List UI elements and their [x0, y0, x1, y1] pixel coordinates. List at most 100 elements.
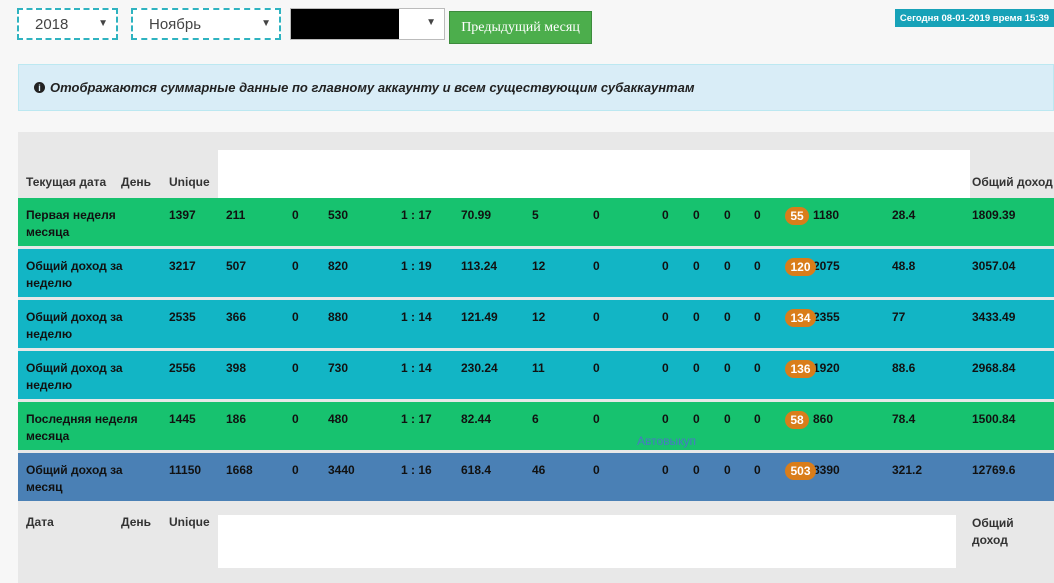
year-value: 2018 [35, 15, 69, 33]
row-cell-c2: 0 [292, 361, 299, 375]
row-cell-c3: 880 [328, 310, 349, 324]
row-cell-c5: 70.99 [461, 208, 492, 222]
row-cell-c12: 1920 [813, 361, 840, 375]
row-cell-ratio: 1 : 14 [401, 361, 432, 375]
row-cell-total: 3433.49 [972, 310, 1016, 324]
row-cell-c11: 0 [754, 412, 761, 426]
chevron-down-icon: ▼ [261, 18, 271, 29]
footer-unique: Unique [169, 515, 210, 529]
row-cell-ratio: 1 : 17 [401, 208, 432, 222]
row-cell-c1: 186 [226, 412, 247, 426]
row-cell-c8: 0 [662, 310, 669, 324]
row-cell-unique: 2535 [169, 310, 196, 324]
row-cell-c8: 0 [662, 361, 669, 375]
table-row: Общий доход за месяц 11150 1668 0 3440 1 : 16… [18, 453, 1054, 503]
row-cell-c9: 0 [693, 412, 700, 426]
row-cell-c5: 230.24 [461, 361, 498, 375]
row-cell-c12: 1180 [813, 208, 840, 222]
row-cell-unique: 1397 [169, 208, 196, 222]
row-cell-c1: 366 [226, 310, 247, 324]
row-label: Общий доход за месяц [26, 463, 123, 494]
count-badge: 58 [785, 411, 809, 429]
row-cell-c11: 0 [754, 310, 761, 324]
row-cell-c8: 0 [662, 259, 669, 273]
row-cell-c1: 211 [226, 208, 246, 222]
row-cell-total: 1500.84 [972, 412, 1016, 426]
row-cell-c9: 0 [693, 208, 700, 222]
count-badge: 120 [785, 258, 816, 276]
row-cell-unique: 1445 [169, 412, 196, 426]
row-cell-c3: 820 [328, 259, 349, 273]
header-unique: Unique [169, 175, 210, 189]
redacted-account-name [291, 9, 399, 39]
row-cell-c11: 0 [754, 259, 761, 273]
row-cell-c7: 0 [593, 208, 600, 222]
row-cell-c10: 0 [724, 208, 731, 222]
row-cell-unique: 3217 [169, 259, 196, 273]
row-cell-c13: 48.8 [892, 259, 916, 273]
row-cell-c11: 0 [754, 208, 761, 222]
row-cell-total: 1809.39 [972, 208, 1016, 222]
row-cell-c7: 0 [593, 463, 600, 477]
table-row: Последняя неделя месяца 1445 186 0 480 1 : 17… [18, 402, 1054, 452]
row-cell-c10: 0 [724, 463, 731, 477]
row-label: Общий доход за неделю [26, 361, 123, 392]
row-cell-c2: 0 [292, 463, 299, 477]
row-cell-c7: 0 [593, 412, 600, 426]
row-cell-c13: 28.4 [892, 208, 916, 222]
row-label: Последняя неделя месяца [26, 412, 138, 443]
row-cell-c5: 113.24 [461, 259, 498, 273]
header-day: День [121, 175, 151, 189]
row-cell-c6: 46 [532, 463, 546, 477]
account-select[interactable]: ▼ [290, 8, 445, 40]
footer-blank-area [218, 515, 956, 568]
info-icon: i [34, 82, 45, 93]
header-date: Текущая дата [26, 175, 107, 189]
row-cell-c13: 78.4 [892, 412, 916, 426]
row-cell-c5: 121.49 [461, 310, 498, 324]
auto-buyout-link[interactable]: Автовыкуп [637, 434, 696, 448]
row-cell-ratio: 1 : 16 [401, 463, 432, 477]
row-cell-c7: 0 [593, 310, 600, 324]
row-cell-c7: 0 [593, 361, 600, 375]
row-cell-c3: 730 [328, 361, 349, 375]
row-label: Первая неделя месяца [26, 208, 116, 239]
row-cell-c3: 3440 [328, 463, 355, 477]
row-cell-c9: 0 [693, 259, 700, 273]
year-select[interactable]: 2018 ▼ [17, 8, 118, 40]
row-cell-c10: 0 [724, 259, 731, 273]
row-cell-c6: 12 [532, 310, 546, 324]
row-cell-c2: 0 [292, 259, 299, 273]
row-cell-unique: 11150 [169, 463, 202, 477]
row-cell-total: 12769.6 [972, 463, 1016, 477]
chevron-down-icon: ▼ [426, 17, 436, 28]
row-cell-c2: 0 [292, 310, 299, 324]
row-cell-c10: 0 [724, 412, 731, 426]
table-footer: Дата День Unique Общий доход [18, 506, 1054, 583]
count-badge: 134 [785, 309, 816, 327]
month-value: Ноябрь [149, 15, 202, 33]
row-label: Общий доход за неделю [26, 310, 123, 341]
row-cell-ratio: 1 : 19 [401, 259, 432, 273]
footer-date: Дата [26, 515, 54, 529]
table-row: Общий доход за неделю 2556 398 0 730 1 : 14 23… [18, 351, 1054, 401]
row-cell-c9: 0 [693, 463, 700, 477]
count-badge: 136 [785, 360, 816, 378]
row-cell-total: 2968.84 [972, 361, 1016, 375]
row-cell-c12: 860 [813, 412, 834, 426]
stats-table: Текущая дата День Unique Общий доход Пер… [18, 132, 1054, 583]
row-cell-c5: 618.4 [461, 463, 492, 477]
row-label: Общий доход за неделю [26, 259, 123, 290]
chevron-down-icon: ▼ [98, 18, 108, 29]
row-cell-c6: 11 [532, 361, 545, 375]
row-cell-c12: 8390 [813, 463, 840, 477]
row-cell-c11: 0 [754, 463, 761, 477]
row-cell-c13: 88.6 [892, 361, 916, 375]
row-cell-c12: 2075 [813, 259, 840, 273]
row-cell-c2: 0 [292, 208, 299, 222]
row-cell-c6: 6 [532, 412, 539, 426]
table-row: Общий доход за неделю 2535 366 0 880 1 : 14 12… [18, 300, 1054, 350]
month-select[interactable]: Ноябрь ▼ [131, 8, 281, 40]
previous-month-button[interactable]: Предыдущий месяц [449, 11, 592, 44]
filter-bar: 2018 ▼ Ноябрь ▼ ▼ Предыдущий месяц Сегод… [0, 0, 1054, 52]
